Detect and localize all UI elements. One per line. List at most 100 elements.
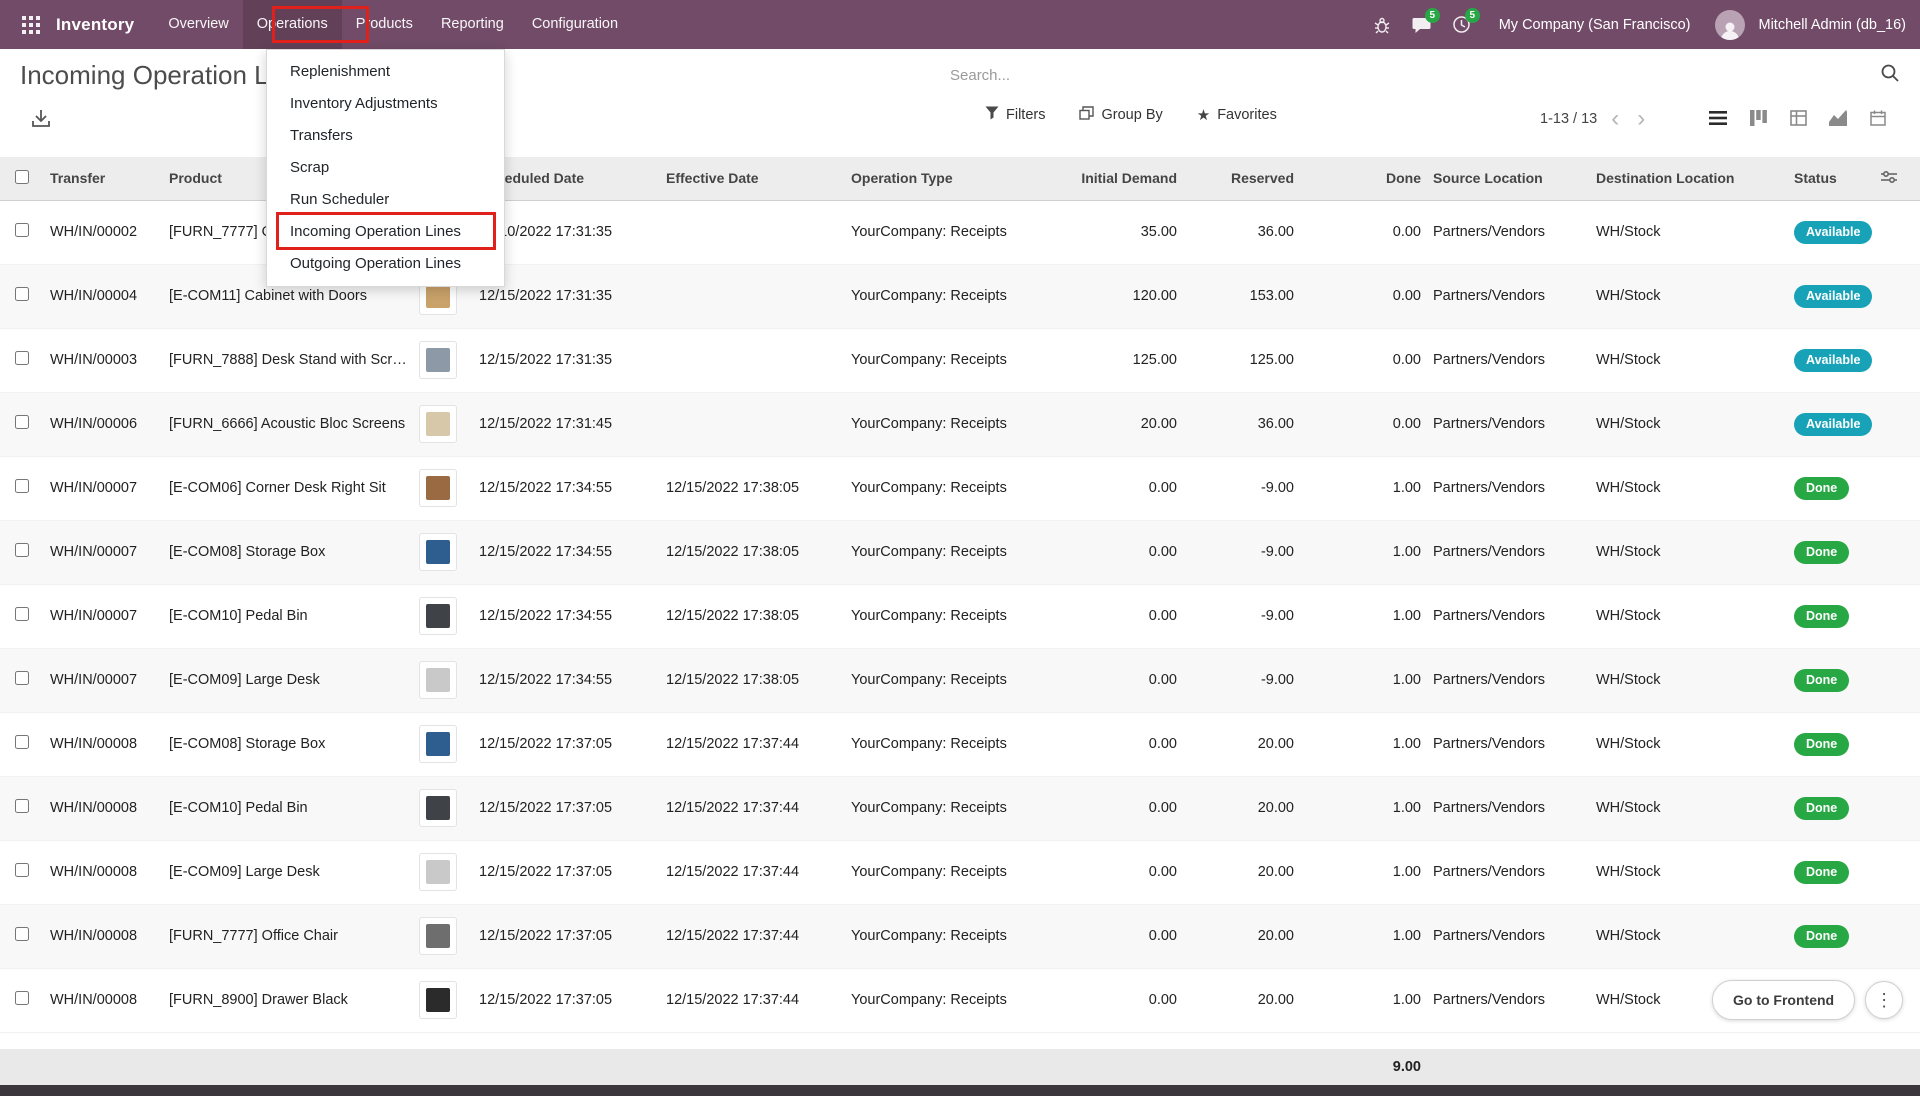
table-row[interactable]: WH/IN/00007[E-COM08] Storage Box12/15/20… bbox=[0, 520, 1920, 584]
initial-demand-cell[interactable]: 0.00 bbox=[1050, 968, 1183, 1032]
destination-location-cell[interactable]: WH/Stock bbox=[1590, 200, 1788, 264]
reserved-cell[interactable]: -9.00 bbox=[1183, 648, 1300, 712]
group-by-button[interactable]: Group By bbox=[1079, 106, 1162, 124]
row-checkbox[interactable] bbox=[15, 863, 29, 877]
header-reserved[interactable]: Reserved bbox=[1183, 157, 1300, 200]
transfer-cell[interactable]: WH/IN/00008 bbox=[44, 712, 163, 776]
header-destination-location[interactable]: Destination Location bbox=[1590, 157, 1788, 200]
transfer-cell[interactable]: WH/IN/00006 bbox=[44, 392, 163, 456]
menu-item-scrap[interactable]: Scrap bbox=[267, 152, 504, 184]
done-cell[interactable]: 1.00 bbox=[1300, 648, 1427, 712]
scheduled-date-cell[interactable]: 12/15/2022 17:37:05 bbox=[473, 776, 660, 840]
destination-location-cell[interactable]: WH/Stock bbox=[1590, 456, 1788, 520]
table-row[interactable]: WH/IN/00008[E-COM09] Large Desk 12/15/202… bbox=[0, 840, 1920, 904]
more-options-icon[interactable]: ⋮ bbox=[1865, 981, 1903, 1019]
done-cell[interactable]: 1.00 bbox=[1300, 904, 1427, 968]
effective-date-cell[interactable] bbox=[660, 264, 845, 328]
table-row[interactable]: WH/IN/00008[FURN_8900] Drawer Black12/15… bbox=[0, 968, 1920, 1032]
product-cell[interactable]: [FURN_8900] Drawer Black bbox=[163, 968, 413, 1032]
source-location-cell[interactable]: Partners/Vendors bbox=[1427, 776, 1590, 840]
operation-type-cell[interactable]: YourCompany: Receipts bbox=[845, 392, 1050, 456]
destination-location-cell[interactable]: WH/Stock bbox=[1590, 648, 1788, 712]
menu-item-inventory-adjustments[interactable]: Inventory Adjustments bbox=[267, 88, 504, 120]
optional-columns-icon[interactable] bbox=[1881, 171, 1897, 187]
reserved-cell[interactable]: 20.00 bbox=[1183, 712, 1300, 776]
header-status[interactable]: Status bbox=[1788, 157, 1875, 200]
nav-overview[interactable]: Overview bbox=[154, 0, 242, 49]
row-checkbox[interactable] bbox=[15, 927, 29, 941]
initial-demand-cell[interactable]: 20.00 bbox=[1050, 392, 1183, 456]
reserved-cell[interactable]: -9.00 bbox=[1183, 584, 1300, 648]
product-cell[interactable]: [FURN_7888] Desk Stand with Screen bbox=[163, 328, 413, 392]
company-switcher[interactable]: My Company (San Francisco) bbox=[1499, 17, 1691, 33]
user-menu[interactable]: Mitchell Admin (db_16) bbox=[1759, 17, 1907, 33]
operation-type-cell[interactable]: YourCompany: Receipts bbox=[845, 264, 1050, 328]
initial-demand-cell[interactable]: 0.00 bbox=[1050, 776, 1183, 840]
effective-date-cell[interactable]: 12/15/2022 17:38:05 bbox=[660, 456, 845, 520]
table-row[interactable]: WH/IN/00008[E-COM10] Pedal Bin12/15/2022… bbox=[0, 776, 1920, 840]
nav-configuration[interactable]: Configuration bbox=[518, 0, 632, 49]
debug-bug-icon[interactable] bbox=[1369, 12, 1395, 38]
source-location-cell[interactable]: Partners/Vendors bbox=[1427, 264, 1590, 328]
scheduled-date-cell[interactable]: 12/15/2022 17:37:05 bbox=[473, 968, 660, 1032]
done-cell[interactable]: 0.00 bbox=[1300, 328, 1427, 392]
destination-location-cell[interactable]: WH/Stock bbox=[1590, 776, 1788, 840]
effective-date-cell[interactable]: 12/15/2022 17:37:44 bbox=[660, 840, 845, 904]
row-checkbox[interactable] bbox=[15, 671, 29, 685]
table-row[interactable]: WH/IN/00006[FURN_6666] Acoustic Bloc Scr… bbox=[0, 392, 1920, 456]
done-cell[interactable]: 1.00 bbox=[1300, 584, 1427, 648]
product-cell[interactable]: [FURN_6666] Acoustic Bloc Screens bbox=[163, 392, 413, 456]
transfer-cell[interactable]: WH/IN/00004 bbox=[44, 264, 163, 328]
effective-date-cell[interactable] bbox=[660, 392, 845, 456]
transfer-cell[interactable]: WH/IN/00008 bbox=[44, 840, 163, 904]
initial-demand-cell[interactable]: 0.00 bbox=[1050, 712, 1183, 776]
initial-demand-cell[interactable]: 125.00 bbox=[1050, 328, 1183, 392]
table-row[interactable]: WH/IN/00008[E-COM08] Storage Box12/15/20… bbox=[0, 712, 1920, 776]
done-cell[interactable]: 0.00 bbox=[1300, 200, 1427, 264]
header-source-location[interactable]: Source Location bbox=[1427, 157, 1590, 200]
source-location-cell[interactable]: Partners/Vendors bbox=[1427, 456, 1590, 520]
product-cell[interactable]: [E-COM06] Corner Desk Right Sit bbox=[163, 456, 413, 520]
app-name[interactable]: Inventory bbox=[56, 15, 134, 35]
transfer-cell[interactable]: WH/IN/00008 bbox=[44, 776, 163, 840]
table-row[interactable]: WH/IN/00007[E-COM09] Large Desk12/15/202… bbox=[0, 648, 1920, 712]
row-checkbox[interactable] bbox=[15, 415, 29, 429]
nav-reporting[interactable]: Reporting bbox=[427, 0, 518, 49]
transfer-cell[interactable]: WH/IN/00003 bbox=[44, 328, 163, 392]
scheduled-date-cell[interactable]: 12/15/2022 17:37:05 bbox=[473, 840, 660, 904]
header-operation-type[interactable]: Operation Type bbox=[845, 157, 1050, 200]
transfer-cell[interactable]: WH/IN/00007 bbox=[44, 648, 163, 712]
graph-view-icon[interactable] bbox=[1820, 103, 1856, 133]
table-row[interactable]: WH/IN/00003[FURN_7888] Desk Stand with S… bbox=[0, 328, 1920, 392]
row-checkbox[interactable] bbox=[15, 543, 29, 557]
destination-location-cell[interactable]: WH/Stock bbox=[1590, 264, 1788, 328]
menu-item-run-scheduler[interactable]: Run Scheduler bbox=[267, 184, 504, 216]
source-location-cell[interactable]: Partners/Vendors bbox=[1427, 392, 1590, 456]
transfer-cell[interactable]: WH/IN/00007 bbox=[44, 520, 163, 584]
initial-demand-cell[interactable]: 0.00 bbox=[1050, 904, 1183, 968]
operation-type-cell[interactable]: YourCompany: Receipts bbox=[845, 904, 1050, 968]
operation-type-cell[interactable]: YourCompany: Receipts bbox=[845, 200, 1050, 264]
nav-operations[interactable]: Operations bbox=[243, 0, 342, 49]
done-cell[interactable]: 0.00 bbox=[1300, 264, 1427, 328]
effective-date-cell[interactable] bbox=[660, 200, 845, 264]
menu-item-outgoing-operation-lines[interactable]: Outgoing Operation Lines bbox=[267, 248, 504, 280]
operation-type-cell[interactable]: YourCompany: Receipts bbox=[845, 712, 1050, 776]
row-checkbox[interactable] bbox=[15, 799, 29, 813]
destination-location-cell[interactable]: WH/Stock bbox=[1590, 392, 1788, 456]
row-checkbox[interactable] bbox=[15, 351, 29, 365]
product-cell[interactable]: [E-COM10] Pedal Bin bbox=[163, 584, 413, 648]
scheduled-date-cell[interactable]: 12/15/2022 17:37:05 bbox=[473, 904, 660, 968]
header-done[interactable]: Done bbox=[1300, 157, 1427, 200]
row-checkbox[interactable] bbox=[15, 479, 29, 493]
destination-location-cell[interactable]: WH/Stock bbox=[1590, 584, 1788, 648]
initial-demand-cell[interactable]: 0.00 bbox=[1050, 456, 1183, 520]
source-location-cell[interactable]: Partners/Vendors bbox=[1427, 200, 1590, 264]
scheduled-date-cell[interactable]: 12/15/2022 17:31:35 bbox=[473, 328, 660, 392]
product-cell[interactable]: [E-COM09] Large Desk bbox=[163, 840, 413, 904]
reserved-cell[interactable]: 20.00 bbox=[1183, 840, 1300, 904]
transfer-cell[interactable]: WH/IN/00008 bbox=[44, 904, 163, 968]
source-location-cell[interactable]: Partners/Vendors bbox=[1427, 648, 1590, 712]
effective-date-cell[interactable]: 12/15/2022 17:37:44 bbox=[660, 776, 845, 840]
header-initial-demand[interactable]: Initial Demand bbox=[1050, 157, 1183, 200]
